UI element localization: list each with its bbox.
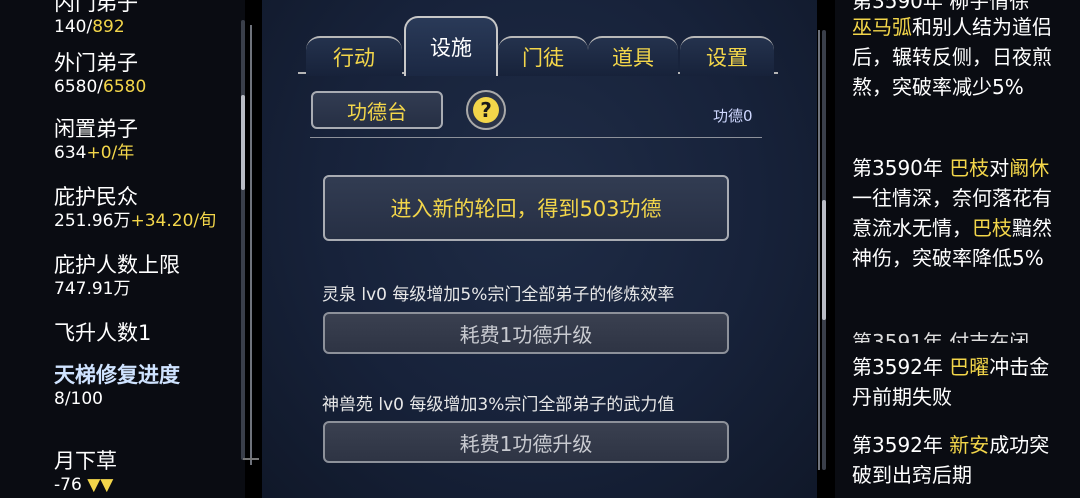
log-entry-4: 第3592年 巴曜冲击金丹前期失败 (852, 352, 1067, 412)
log-entry-5: 第3592年 新安成功突破到出窍后期 (852, 430, 1067, 490)
help-button[interactable]: ? (466, 90, 506, 130)
protected-people-rate: +34.20/旬 (130, 211, 217, 231)
ladder-repair-value: 8/100 (54, 389, 103, 409)
ladder-repair-stat[interactable]: 天梯修复进度 8/100 (54, 362, 180, 410)
spirit-spring-upgrade-button[interactable]: 耗费1功德升级 (323, 312, 729, 354)
idle-disciples-rate: +0/年 (86, 143, 135, 163)
protect-limit-label: 庇护人数上限 (54, 253, 180, 277)
tab-settings[interactable]: 设置 (680, 36, 774, 76)
log-scrollbar-thumb[interactable] (822, 200, 826, 320)
log-entry-1: 巫马弧和别人结为道侣后，辗转反侧，日夜煎熬，突破率减少5% (852, 12, 1067, 102)
question-mark-icon: ? (473, 97, 499, 123)
tab-action[interactable]: 行动 (306, 36, 402, 76)
moon-herb-value: -76 (54, 475, 82, 495)
moon-herb-stat: 月下草 -76 ▼▼ (54, 448, 117, 496)
idle-disciples-label: 闲置弟子 (54, 117, 138, 141)
protected-people-current: 251.96万 (54, 211, 131, 231)
left-scrollbar[interactable] (241, 20, 245, 460)
merit-points-status: 功德0 (713, 107, 753, 125)
idle-disciples-stat: 闲置弟子 634+0/年 (54, 116, 138, 164)
protected-people-label: 庇护民众 (54, 185, 138, 209)
inner-disciples-stat: 内门弟子 140/892 (54, 0, 138, 38)
log-entry-5-year: 第3592年 (852, 433, 943, 457)
ascend-count-stat: 飞升人数1 (54, 320, 151, 346)
protect-limit-value: 747.91万 (54, 279, 131, 299)
outer-disciples-stat: 外门弟子 6580/6580 (54, 51, 147, 97)
decrease-arrows-icon: ▼▼ (87, 475, 114, 495)
left-frame-border (250, 25, 252, 465)
inner-disciples-current: 140 (54, 17, 87, 37)
outer-disciples-max: 6580 (103, 77, 147, 97)
beast-garden-upgrade-button[interactable]: 耗费1功德升级 (323, 421, 729, 463)
log-entry-4-year: 第3592年 (852, 355, 943, 379)
right-frame-border (818, 30, 820, 470)
log-entry-partial-middle: 第3591年 付吉在闭 (852, 330, 1030, 343)
left-scrollbar-thumb[interactable] (241, 95, 245, 190)
idle-disciples-current: 634 (54, 143, 87, 163)
log-entry-2-name3: 巴枝 (972, 216, 1012, 240)
outer-disciples-current: 6580 (54, 77, 98, 97)
ladder-repair-label[interactable]: 天梯修复进度 (54, 362, 180, 388)
log-entry-2-year: 第3590年 (852, 156, 943, 180)
ascend-count-label: 飞升人数1 (54, 321, 152, 345)
log-entry-2-name1: 巴枝 (949, 156, 990, 180)
log-entry-partial-top: 第3590年 柳宇情徐 (852, 0, 1067, 10)
inner-disciples-max: 892 (92, 17, 125, 37)
tab-disciples[interactable]: 门徒 (498, 36, 588, 76)
rebirth-button[interactable]: 进入新的轮回，得到503功德 (323, 175, 729, 241)
log-entry-4-name: 巴曜 (949, 355, 990, 379)
left-frame-ornament (243, 458, 259, 470)
log-entry-2-name2: 阚休 (1009, 156, 1050, 180)
moon-herb-label: 月下草 (54, 449, 117, 473)
tab-facility[interactable]: 设施 (404, 16, 498, 76)
beast-garden-description: 神兽苑 lv0 每级增加3%宗门全部弟子的武力值 (322, 395, 675, 415)
log-entry-5-name: 新安 (949, 433, 990, 457)
header-divider (310, 137, 762, 138)
outer-disciples-label: 外门弟子 (54, 51, 138, 75)
tab-items[interactable]: 道具 (588, 36, 678, 76)
log-entry-2: 第3590年 巴枝对阚休一往情深，奈何落花有意流水无情，巴枝黯然神伤，突破率降低… (852, 153, 1067, 273)
spirit-spring-description: 灵泉 lv0 每级增加5%宗门全部弟子的修炼效率 (322, 285, 675, 305)
inner-disciples-label: 内门弟子 (54, 0, 138, 15)
log-entry-1-name: 巫马弧 (852, 15, 912, 39)
protect-limit-stat: 庇护人数上限 747.91万 (54, 252, 180, 300)
log-entry-2-mid: 对 (989, 156, 1010, 180)
protected-people-stat: 庇护民众 251.96万+34.20/旬 (54, 184, 216, 232)
merit-hall-button[interactable]: 功德台 (311, 91, 443, 129)
